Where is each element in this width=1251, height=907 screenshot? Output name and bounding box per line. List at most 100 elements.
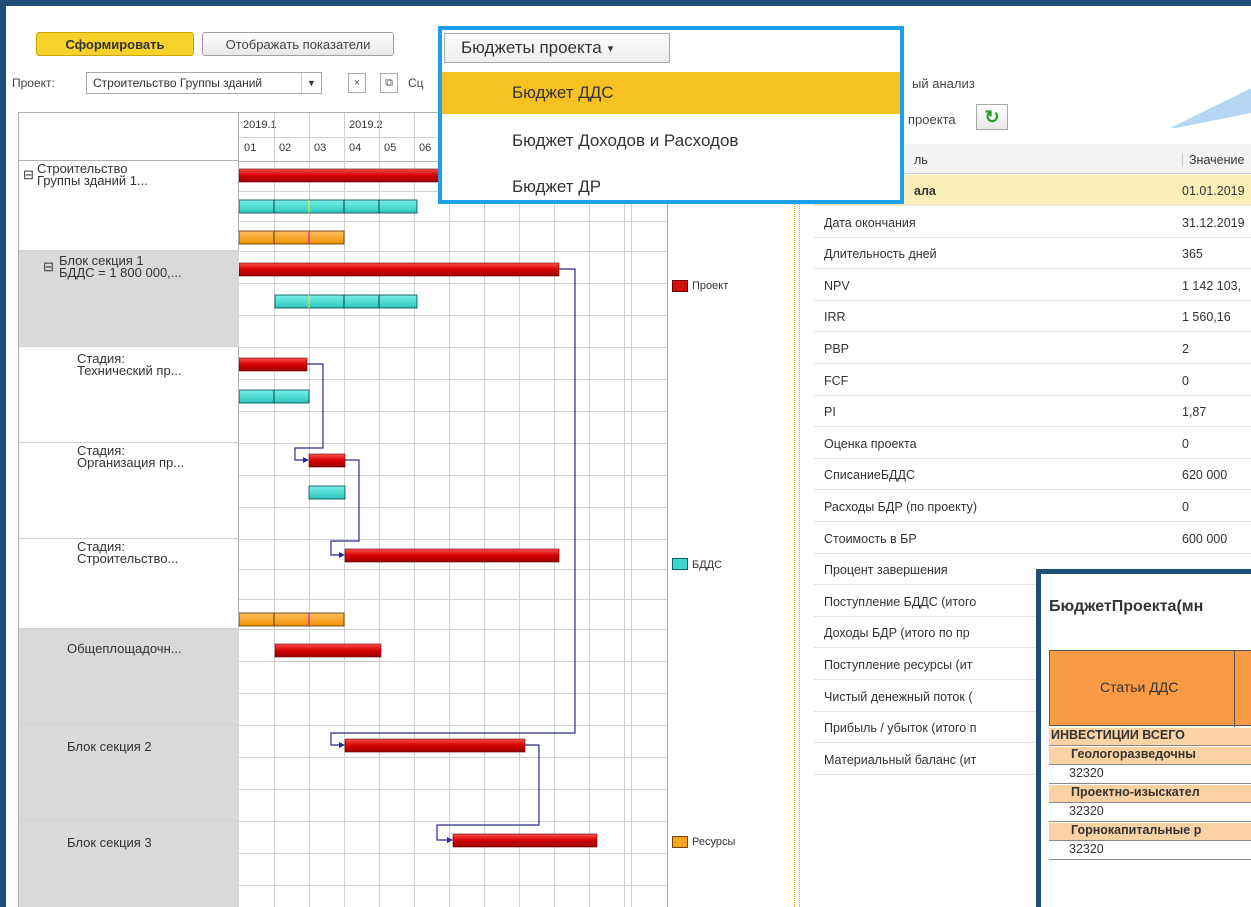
table-row[interactable]: Стоимость в БР 600 000 xyxy=(814,523,1251,554)
menu-item-bdr[interactable]: Бюджет ДР xyxy=(442,166,900,208)
indicator-name: Материальный баланс (ит xyxy=(824,752,977,767)
tree-header xyxy=(19,113,239,161)
menu-item-bdds[interactable]: Бюджет ДДС xyxy=(442,72,900,114)
dropdown-title: Бюджеты проекта xyxy=(461,38,602,57)
bdds-bar xyxy=(274,294,418,309)
expand-icon[interactable]: ⊟ xyxy=(43,260,54,273)
budget-row-text: 32320 xyxy=(1069,842,1104,856)
table-row[interactable]: Дата окончания 31.12.2019 xyxy=(814,207,1251,238)
indicator-value: 2 xyxy=(1182,342,1189,356)
project-label: Проект: xyxy=(12,76,55,90)
indicator-name: PBP xyxy=(824,342,850,356)
chevron-down-icon: ▾ xyxy=(607,42,614,55)
tree-label: Стадия: Строительство... xyxy=(77,539,179,566)
open-icon[interactable]: ⧉ xyxy=(380,73,398,93)
indicator-name: FCF xyxy=(824,373,849,388)
indicator-value: 1 142 103, xyxy=(1182,278,1242,293)
budgets-dropdown-toggle[interactable]: Бюджеты проекта ▾ xyxy=(444,33,670,63)
resources-bar xyxy=(239,612,345,627)
project-bar xyxy=(452,833,598,848)
col-name-header: ль xyxy=(914,153,928,167)
refresh-icon[interactable]: ↻ xyxy=(976,104,1008,130)
indicator-name: Чистый денежный поток ( xyxy=(824,689,973,704)
indicator-name: ала xyxy=(914,184,936,198)
scenario-label: Сц xyxy=(408,76,424,90)
project-tree: ⊟ Строительство Группы зданий 1... ⊟ Бло… xyxy=(19,113,239,907)
legend-resources-swatch xyxy=(672,836,688,848)
tree-label: Общеплощадочн... xyxy=(67,641,182,656)
indicator-value: 01.01.2019 xyxy=(1182,184,1245,198)
tree-label: Блок секция 2 xyxy=(67,739,152,754)
col-value-header: Значение xyxy=(1182,153,1244,167)
tree-label: Стадия: Организация пр... xyxy=(77,443,185,470)
indicator-name: IRR xyxy=(824,310,846,325)
tree-label: Строительство Группы зданий 1... xyxy=(37,161,148,188)
budget-row-text: Геологоразведочны xyxy=(1071,747,1196,761)
bdds-bar xyxy=(239,199,418,214)
indicator-value: 1,87 xyxy=(1182,405,1207,420)
gantt-timeline: 2019.1 2019.2 01 02 03 04 05 06 xyxy=(239,113,667,907)
table-row[interactable]: PBP 2 xyxy=(814,333,1251,364)
table-row[interactable]: NPV 1 142 103, xyxy=(814,270,1251,301)
legend-project-label: Проект xyxy=(692,280,729,292)
indicator-name: PI xyxy=(824,405,836,420)
legend-resources-label: Ресурсы xyxy=(692,836,736,848)
table-row[interactable]: IRR 1 560,16 xyxy=(814,301,1251,333)
gantt-bars xyxy=(239,168,667,848)
expand-icon[interactable]: ⊟ xyxy=(23,168,34,181)
budget-header: Статьи ДДС xyxy=(1049,650,1251,727)
tree-label: Блок секция 1 БДДС = 1 800 000,... xyxy=(59,253,182,280)
indicator-value: 0 xyxy=(1182,436,1189,451)
form-button[interactable]: Сформировать xyxy=(36,32,194,56)
budget-row: 32320 xyxy=(1049,804,1251,822)
indicator-name: Поступление БДДС (итого xyxy=(824,594,977,609)
indicator-value: 600 000 xyxy=(1182,531,1228,546)
indicator-value: 0 xyxy=(1182,373,1189,388)
budget-row-text: Проектно-изыскател xyxy=(1071,785,1200,799)
budget-row-text: Горнокапитальные р xyxy=(1071,823,1202,837)
indicator-value: 31.12.2019 xyxy=(1182,215,1245,230)
budget-report: БюджетПроекта(мн Статьи ДДС ИНВЕСТИЦИИ В… xyxy=(1036,569,1251,907)
project-value: Строительство Группы зданий xyxy=(93,76,263,90)
table-row[interactable]: Расходы БДР (по проекту) 0 xyxy=(814,491,1251,522)
project-select[interactable]: Строительство Группы зданий ▼ xyxy=(86,72,322,94)
table-row[interactable]: СписаниеБДДС 620 000 xyxy=(814,459,1251,491)
project-caption: проекта xyxy=(908,112,956,127)
clear-icon[interactable]: × xyxy=(348,73,366,93)
indicator-name: Стоимость в БР xyxy=(824,531,917,546)
indicator-value: 0 xyxy=(1182,500,1189,514)
budgets-dropdown[interactable]: Бюджеты проекта ▾ Бюджет ДДС Бюджет Дохо… xyxy=(438,26,904,204)
table-row[interactable]: Длительность дней 365 xyxy=(814,238,1251,270)
legend-project-swatch xyxy=(672,280,688,292)
table-row[interactable]: PI 1,87 xyxy=(814,396,1251,428)
project-bar xyxy=(344,548,560,563)
chevron-down-icon[interactable]: ▼ xyxy=(301,73,321,93)
project-bar xyxy=(239,357,308,372)
tree-row-block3[interactable] xyxy=(19,821,239,907)
legend-bdds-swatch xyxy=(672,558,688,570)
tree-label: Стадия: Технический пр... xyxy=(77,351,182,378)
budget-row: Геологоразведочны xyxy=(1049,747,1251,765)
show-indicators-button[interactable]: Отображать показатели xyxy=(202,32,394,56)
tree-label: Блок секция 3 xyxy=(67,835,152,850)
gantt-chart: ⊟ Строительство Группы зданий 1... ⊟ Бло… xyxy=(18,112,668,907)
splitter[interactable] xyxy=(794,112,800,907)
indicator-name: Прибыль / убыток (итого п xyxy=(824,721,977,736)
budget-row: 32320 xyxy=(1049,842,1251,860)
indicator-name: NPV xyxy=(824,278,850,293)
table-row[interactable]: Оценка проекта 0 xyxy=(814,428,1251,459)
budget-row: 32320 xyxy=(1049,766,1251,784)
legend-bdds-label: БДДС xyxy=(692,559,723,571)
budget-row-text: ИНВЕСТИЦИИ ВСЕГО xyxy=(1051,728,1185,742)
indicator-value: 1 560,16 xyxy=(1182,310,1231,325)
pointer-arrow-icon xyxy=(1170,88,1251,128)
project-bar xyxy=(344,738,526,753)
bdds-bar xyxy=(308,485,346,500)
indicator-name: Поступление ресурсы (ит xyxy=(824,658,973,672)
indicator-name: Оценка проекта xyxy=(824,436,917,451)
menu-item-income-expense[interactable]: Бюджет Доходов и Расходов xyxy=(442,120,900,162)
indicator-value: 365 xyxy=(1182,247,1203,262)
resources-bar xyxy=(239,230,345,245)
table-row[interactable]: FCF 0 xyxy=(814,365,1251,396)
indicator-value: 620 000 xyxy=(1182,468,1228,483)
